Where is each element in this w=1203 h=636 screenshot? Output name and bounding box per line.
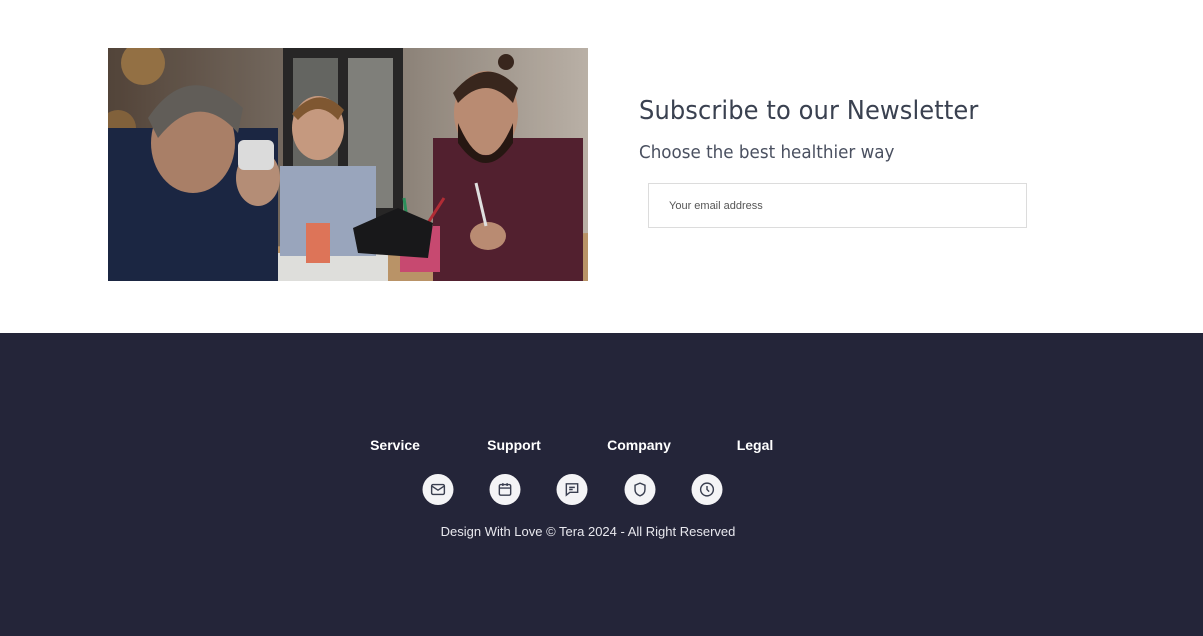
footer-link-support[interactable]: Support — [487, 437, 541, 453]
newsletter-section: Subscribe to our Newsletter Choose the b… — [0, 0, 1203, 333]
footer-icon-row — [0, 474, 1203, 506]
footer-link-company[interactable]: Company — [607, 437, 671, 453]
email-input[interactable] — [648, 183, 1027, 228]
copyright-text: Design With Love © Tera 2024 - All Right… — [440, 524, 736, 539]
footer-link-service[interactable]: Service — [370, 437, 420, 453]
mail-icon[interactable] — [422, 474, 454, 505]
footer-nav: Service Support Company Legal — [0, 437, 1203, 457]
shield-icon[interactable] — [624, 474, 656, 505]
newsletter-subtitle: Choose the best healthier way — [639, 142, 895, 163]
newsletter-title: Subscribe to our Newsletter — [639, 96, 979, 126]
chat-icon[interactable] — [556, 474, 588, 505]
footer-link-legal[interactable]: Legal — [737, 437, 774, 453]
calendar-icon[interactable] — [489, 474, 521, 505]
site-footer: Service Support Company Legal Design Wit… — [0, 333, 1203, 636]
team-meeting-photo — [108, 48, 588, 281]
clock-icon[interactable] — [691, 474, 723, 505]
